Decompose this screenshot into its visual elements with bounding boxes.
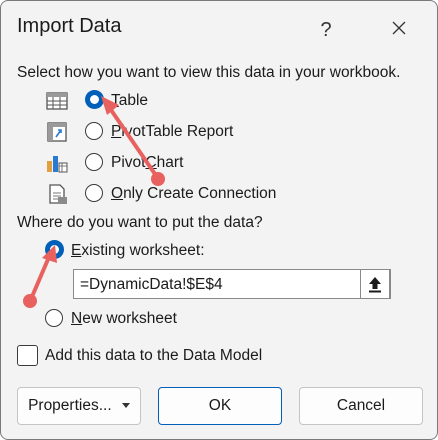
properties-button[interactable]: Properties...: [17, 387, 141, 425]
only-connection-radio[interactable]: [85, 184, 103, 202]
pivotchart-radio[interactable]: [85, 153, 103, 171]
view-prompt: Select how you want to view this data in…: [17, 64, 401, 81]
connection-icon: [49, 184, 67, 204]
existing-worksheet-label[interactable]: Existing worksheet:: [71, 242, 205, 260]
collapse-dialog-button[interactable]: [360, 269, 390, 299]
close-button[interactable]: [381, 11, 417, 45]
table-radio[interactable]: [85, 90, 104, 109]
import-data-dialog: Import Data ? Select how you want to vie…: [0, 0, 438, 440]
new-worksheet-radio[interactable]: [45, 309, 63, 327]
properties-button-label: Properties...: [28, 397, 112, 414]
dialog-title: Import Data: [17, 15, 122, 37]
pivottable-radio[interactable]: [85, 122, 103, 140]
cancel-button[interactable]: Cancel: [299, 387, 423, 425]
pivottable-icon: [47, 122, 67, 142]
existing-worksheet-radio[interactable]: [45, 240, 64, 259]
range-reference-input[interactable]: =DynamicData!$E$4: [73, 269, 391, 299]
pivotchart-option-label[interactable]: PivotChart: [111, 154, 183, 172]
data-model-checkbox[interactable]: [17, 345, 38, 366]
data-model-label[interactable]: Add this data to the Data Model: [45, 347, 262, 365]
dropdown-arrow-icon: [121, 402, 130, 408]
pivottable-option-label[interactable]: PivotTable Report: [111, 123, 233, 141]
ok-button[interactable]: OK: [158, 387, 282, 425]
location-prompt: Where do you want to put the data?: [17, 214, 263, 231]
table-option-label[interactable]: Table: [111, 92, 148, 110]
close-icon: [392, 21, 406, 35]
upload-arrow-icon: [369, 277, 381, 293]
help-button[interactable]: ?: [311, 15, 341, 45]
only-connection-option-label[interactable]: Only Create Connection: [111, 185, 276, 203]
table-icon: [46, 92, 68, 110]
new-worksheet-label[interactable]: New worksheet: [71, 310, 177, 328]
pivotchart-icon: [47, 156, 68, 173]
range-reference-value: =DynamicData!$E$4: [80, 276, 223, 293]
